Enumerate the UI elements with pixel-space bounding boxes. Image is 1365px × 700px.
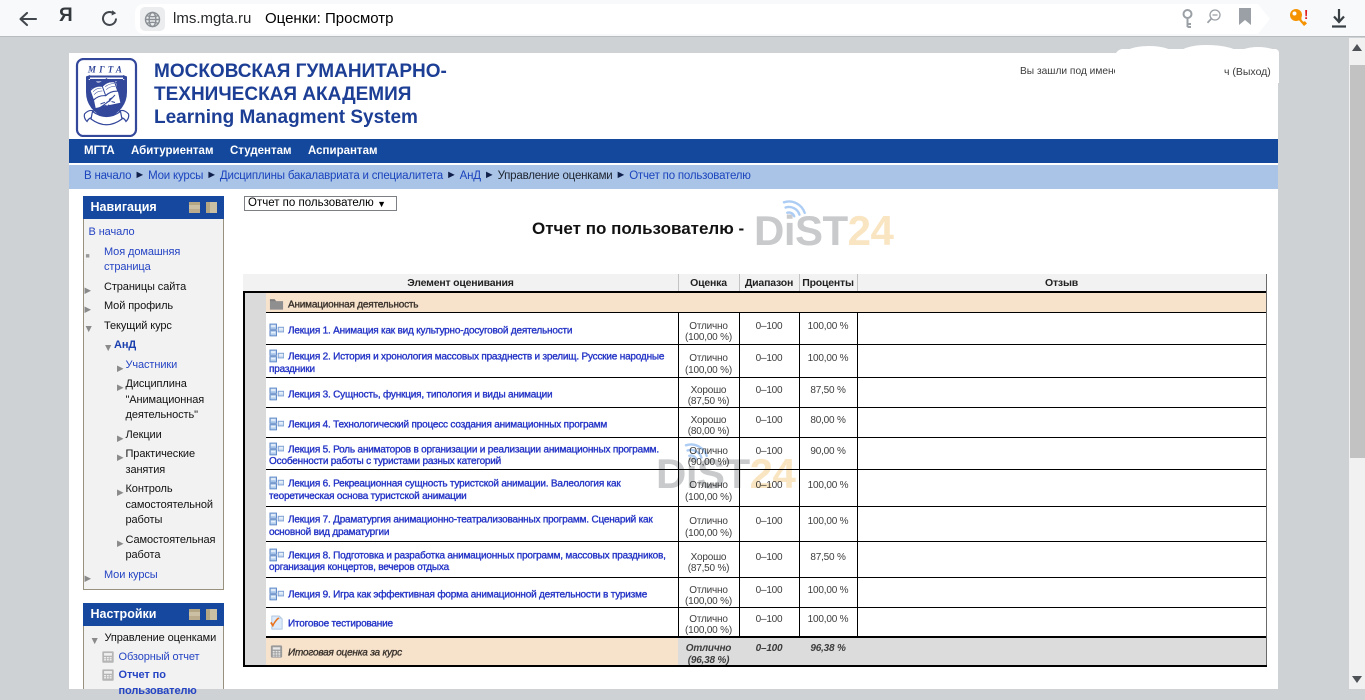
svg-text:МГТА: МГТА [87,65,125,75]
svg-text:!: ! [1304,7,1308,22]
